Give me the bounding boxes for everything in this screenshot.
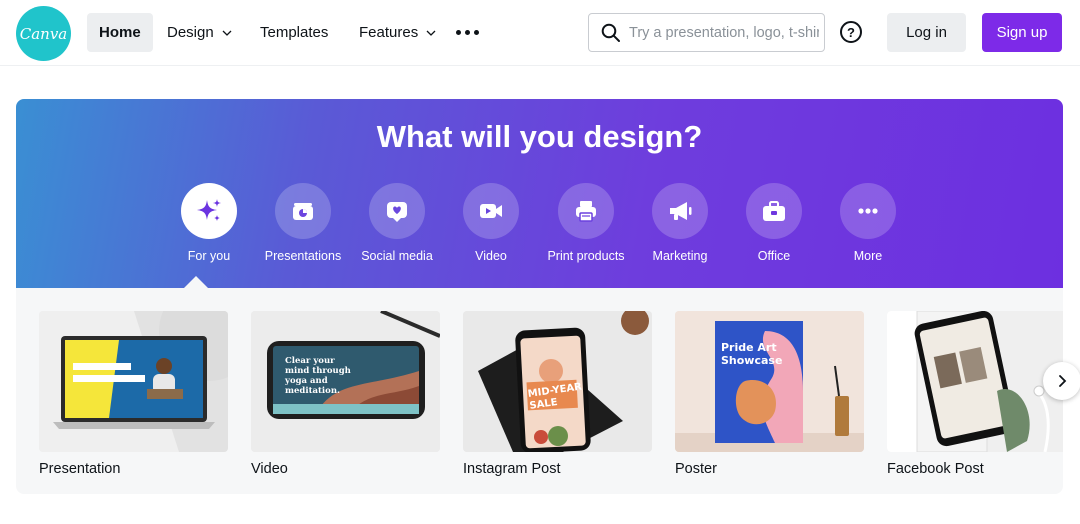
- login-button[interactable]: Log in: [887, 13, 966, 52]
- nav-templates-label: Templates: [260, 24, 329, 41]
- carousel-next-button[interactable]: [1043, 362, 1080, 400]
- card-label: Instagram Post: [463, 461, 561, 477]
- nav-home[interactable]: Home: [87, 13, 153, 52]
- design-hero-banner: What will you design? For you Presentati…: [16, 99, 1063, 288]
- category-presentations[interactable]: Presentations: [253, 183, 353, 263]
- nav-features[interactable]: Features: [347, 13, 449, 52]
- category-label: More: [853, 249, 883, 263]
- category-label: Presentations: [264, 249, 342, 263]
- nav-home-label: Home: [99, 24, 141, 41]
- more-menu-icon[interactable]: [456, 21, 479, 43]
- design-type-carousel: Presentation Clear your mind through yog…: [16, 288, 1063, 494]
- megaphone-icon: [670, 202, 692, 220]
- card-instagram-post[interactable]: MID-YEAR SALE Instagram Post: [463, 311, 652, 477]
- poster-thumbnail-image: Pride Art Showcase: [675, 311, 864, 452]
- presentation-thumbnail-image: [39, 311, 228, 452]
- category-office[interactable]: Office: [724, 183, 824, 263]
- svg-text:mind through: mind through: [285, 366, 351, 376]
- signup-button[interactable]: Sign up: [982, 13, 1062, 52]
- card-poster[interactable]: Pride Art Showcase Poster: [675, 311, 864, 477]
- card-label: Presentation: [39, 461, 121, 477]
- ellipsis-icon: [858, 208, 878, 214]
- card-thumbnail: MID-YEAR SALE: [463, 311, 652, 452]
- search-icon: [601, 23, 620, 42]
- svg-text:Clear your: Clear your: [285, 356, 335, 366]
- category-social-media[interactable]: Social media: [347, 183, 447, 263]
- search-box[interactable]: [588, 13, 825, 52]
- help-icon[interactable]: ?: [840, 21, 862, 43]
- facebook-thumbnail-image: [887, 311, 1063, 452]
- category-for-you[interactable]: For you: [159, 183, 259, 263]
- category-label: Social media: [361, 249, 433, 263]
- card-label: Video: [251, 461, 288, 477]
- card-presentation[interactable]: Presentation: [39, 311, 228, 477]
- active-category-pointer: [184, 276, 208, 288]
- nav-design-label: Design: [167, 24, 214, 41]
- heart-icon: [387, 202, 407, 222]
- chevron-down-icon: [426, 30, 436, 36]
- printer-icon: [576, 201, 596, 222]
- video-camera-icon: [480, 204, 502, 218]
- card-thumbnail: Clear your mind through yoga and meditat…: [251, 311, 440, 452]
- card-thumbnail: [887, 311, 1063, 452]
- search-input[interactable]: [629, 24, 819, 41]
- instagram-thumbnail-image: MID-YEAR SALE: [463, 311, 652, 452]
- svg-text:yoga and: yoga and: [284, 376, 328, 386]
- card-video[interactable]: Clear your mind through yoga and meditat…: [251, 311, 440, 477]
- category-label: For you: [187, 249, 231, 263]
- presentation-icon: [293, 203, 313, 220]
- card-label: Poster: [675, 461, 717, 477]
- category-label: Marketing: [652, 249, 708, 263]
- card-thumbnail: Pride Art Showcase: [675, 311, 864, 452]
- chevron-down-icon: [222, 30, 232, 36]
- briefcase-icon: [763, 201, 785, 221]
- nav-design[interactable]: Design: [155, 13, 245, 52]
- canva-logo[interactable]: Canva: [16, 6, 71, 61]
- card-label: Facebook Post: [887, 461, 984, 477]
- svg-text:Showcase: Showcase: [721, 354, 782, 367]
- category-marketing[interactable]: Marketing: [630, 183, 730, 263]
- sparkles-icon: [197, 199, 221, 221]
- card-facebook-post[interactable]: Facebook Post: [887, 311, 1063, 477]
- nav-features-label: Features: [359, 24, 419, 41]
- category-more[interactable]: More: [818, 183, 918, 263]
- svg-text:Pride Art: Pride Art: [721, 341, 777, 354]
- category-print-products[interactable]: Print products: [536, 183, 636, 263]
- video-thumbnail-image: Clear your mind through yoga and meditat…: [251, 311, 440, 452]
- card-thumbnail: [39, 311, 228, 452]
- svg-text:meditation.: meditation.: [285, 386, 340, 396]
- category-video[interactable]: Video: [441, 183, 541, 263]
- category-label: Office: [757, 249, 791, 263]
- hero-title: What will you design?: [376, 119, 703, 154]
- category-label: Print products: [547, 249, 625, 263]
- category-label: Video: [475, 249, 507, 263]
- top-navbar: Canva Home Design Templates Features ? L…: [0, 0, 1080, 66]
- nav-templates[interactable]: Templates: [248, 13, 340, 52]
- chevron-right-icon: [1059, 375, 1067, 387]
